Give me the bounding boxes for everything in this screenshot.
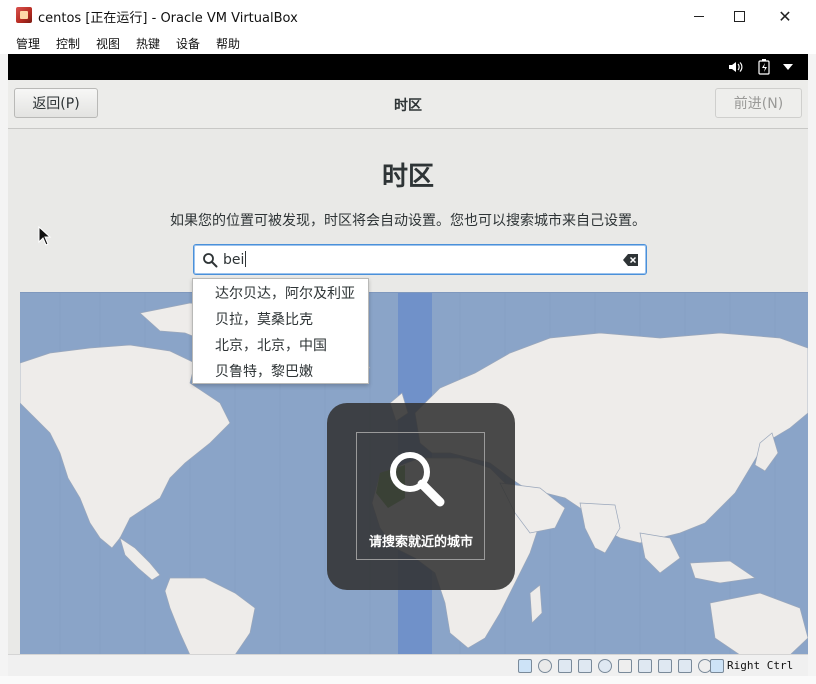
next-button[interactable]: 前进(N) [715, 88, 802, 118]
maximize-icon [733, 10, 745, 22]
desktop-edge-right [808, 54, 816, 684]
magnifier-icon [390, 452, 445, 507]
installer-window: 返回(P) 时区 前进(N) 时区 如果您的位置可被发现，时区将会自动设置。您也… [8, 80, 808, 654]
menu-devices[interactable]: 设备 [176, 35, 200, 52]
search-input[interactable]: bei [223, 251, 247, 268]
battery-icon[interactable] [758, 59, 770, 75]
usb-status-icon[interactable] [598, 659, 612, 673]
menu-help[interactable]: 帮助 [216, 35, 240, 52]
suggestion-item[interactable]: 贝拉，莫桑比克 [215, 309, 313, 329]
city-search-field[interactable]: bei [193, 244, 647, 275]
header-title: 时区 [394, 98, 422, 114]
guest-top-bar [8, 54, 808, 80]
host-titlebar: centos [正在运行] - Oracle VM VirtualBox ✕ [0, 0, 816, 32]
close-button[interactable]: ✕ [762, 0, 808, 32]
desktop-edge-bottom [0, 676, 816, 684]
suggestion-item[interactable]: 贝鲁特，黎巴嫩 [215, 361, 313, 381]
menu-hotkeys[interactable]: 热键 [136, 35, 160, 52]
suggestion-item[interactable]: 北京，北京，中国 [215, 335, 327, 355]
clear-icon[interactable] [623, 253, 639, 267]
keyboard-capture-status-icon[interactable] [710, 659, 724, 673]
virtualbox-app-icon [16, 7, 32, 23]
text-caret [245, 251, 247, 267]
search-hint-overlay: 请搜索就近的城市 [327, 403, 515, 590]
page-title: 时区 [381, 162, 434, 192]
page-subtitle: 如果您的位置可被发现，时区将会自动设置。您也可以搜索城市来自己设置。 [170, 213, 646, 229]
maximize-button[interactable] [716, 0, 762, 32]
speaker-icon[interactable] [728, 60, 744, 74]
menu-view[interactable]: 视图 [96, 35, 120, 52]
display-status-icon[interactable] [638, 659, 652, 673]
menu-manage[interactable]: 管理 [16, 35, 40, 52]
close-icon: ✕ [778, 6, 792, 26]
harddisk-status-icon[interactable] [518, 659, 532, 673]
host-key-label: Right Ctrl [727, 659, 794, 672]
shared-folders-status-icon[interactable] [618, 659, 632, 673]
overlay-hint-text: 请搜索就近的城市 [368, 535, 473, 550]
menu-control[interactable]: 控制 [56, 35, 80, 52]
minimize-icon [694, 15, 704, 17]
search-icon [203, 253, 218, 268]
search-suggestions: 达尔贝达，阿尔及利亚 贝拉，莫桑比克 北京，北京，中国 贝鲁特，黎巴嫩 [192, 278, 369, 384]
search-input-value: bei [223, 252, 245, 268]
suggestion-item[interactable]: 达尔贝达，阿尔及利亚 [215, 283, 355, 303]
host-menubar: 管理 控制 视图 热键 设备 帮助 [0, 32, 816, 54]
audio-status-icon[interactable] [558, 659, 572, 673]
virtualization-status-icon[interactable] [678, 659, 692, 673]
installer-header: 返回(P) 时区 前进(N) [8, 80, 808, 129]
mouse-cursor-icon [38, 226, 52, 246]
network-status-icon[interactable] [578, 659, 592, 673]
dropdown-arrow-icon[interactable] [783, 64, 793, 70]
vm-status-bar: Right Ctrl [8, 654, 808, 677]
recording-status-icon[interactable] [658, 659, 672, 673]
window-title: centos [正在运行] - Oracle VM VirtualBox [38, 11, 298, 26]
optical-drive-status-icon[interactable] [538, 659, 552, 673]
